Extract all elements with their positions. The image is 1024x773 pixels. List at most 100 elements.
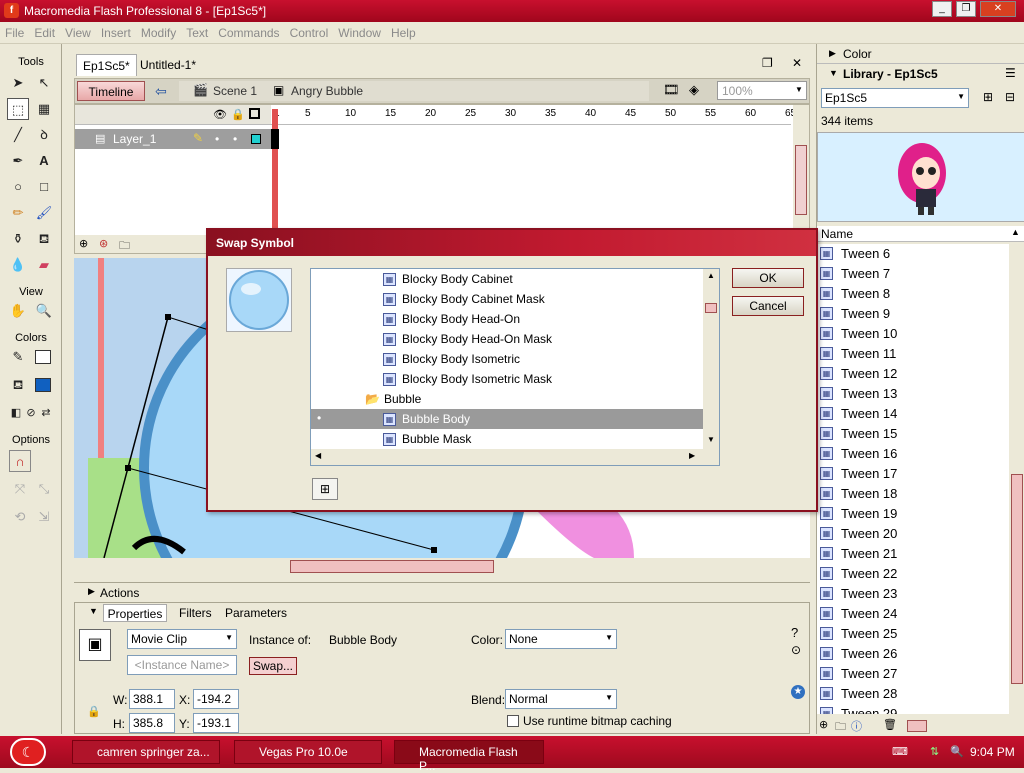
taskbar-item-flash[interactable]: Macromedia Flash P... [394,740,544,773]
library-document-select[interactable]: Ep1Sc5 [821,88,969,108]
library-item[interactable]: ▦ Tween 12 [817,364,1007,384]
add-layer-icon[interactable]: ⊕ [79,237,88,250]
add-folder-icon[interactable]: 🗀 [119,237,130,256]
text-tool-icon[interactable]: A [33,150,55,172]
restore-doc-icon[interactable]: ❐ [762,56,773,70]
tab-properties[interactable]: Properties [103,604,167,622]
menu-text[interactable]: Text [181,22,213,40]
stage-hscroll-thumb[interactable] [290,560,494,573]
tree-vscroll-thumb[interactable] [705,303,717,313]
eraser-tool-icon[interactable]: ▰ [33,254,55,276]
tree-scroll-down-icon[interactable]: ▼ [707,435,715,444]
library-item[interactable]: ▦ Tween 29 [817,704,1007,714]
library-item[interactable]: ▦ Tween 18 [817,484,1007,504]
menu-file[interactable]: File [0,22,29,40]
library-item[interactable]: ▦ Tween 20 [817,524,1007,544]
free-transform-tool-icon[interactable]: ⬚ [7,98,29,120]
tree-symbol-item[interactable]: ▦ Blocky Body Cabinet Mask [311,289,703,309]
edit-scene-icon[interactable]: 🎞 [663,82,680,98]
collapse-arrow-icon[interactable]: ▼ [89,606,98,616]
arrow-tool-icon[interactable]: ➤ [7,72,29,94]
tree-scroll-left-icon[interactable]: ◀ [315,451,321,460]
library-item[interactable]: ▦ Tween 27 [817,664,1007,684]
menu-help[interactable]: Help [386,22,421,40]
delete-icon[interactable]: 🗑 [883,718,897,731]
ok-button[interactable]: OK [732,268,804,288]
menu-control[interactable]: Control [285,22,334,40]
tab-untitled-1[interactable]: Untitled-1* [134,54,202,76]
height-input[interactable]: 385.8 [129,713,175,733]
tree-symbol-item[interactable]: ▦ Blocky Body Isometric Mask [311,369,703,389]
tree-symbol-item[interactable]: ▦ Bubble Mask [311,429,703,449]
library-options-icon[interactable]: ☰ [1005,66,1016,80]
back-arrow-icon[interactable]: ⇦ [155,83,167,100]
menu-window[interactable]: Window [333,22,386,40]
add-guide-icon[interactable]: ⊛ [99,237,108,250]
maximize-button[interactable]: ❐ [956,1,976,17]
line-tool-icon[interactable]: ╱ [7,124,29,146]
swap-colors-icon[interactable]: ⇄ [35,402,57,424]
library-item[interactable]: ▦ Tween 21 [817,544,1007,564]
smooth-icon[interactable]: ⤧ [9,478,31,500]
menu-view[interactable]: View [60,22,96,40]
library-item[interactable]: ▦ Tween 28 [817,684,1007,704]
zoom-select[interactable]: 100% [717,81,807,100]
library-vscroll-thumb[interactable] [1011,474,1023,684]
oval-tool-icon[interactable]: ○ [7,176,29,198]
outline-icon[interactable] [249,108,260,119]
sort-arrow-icon[interactable]: ▲ [1011,227,1020,237]
rectangle-tool-icon[interactable]: □ [33,176,55,198]
library-item[interactable]: ▦ Tween 25 [817,624,1007,644]
color-effect-select[interactable]: None [505,629,617,649]
library-item[interactable]: ▦ Tween 15 [817,424,1007,444]
library-item[interactable]: ▦ Tween 10 [817,324,1007,344]
eyedropper-tool-icon[interactable]: 💧 [7,254,29,276]
library-item[interactable]: ▦ Tween 26 [817,644,1007,664]
menu-insert[interactable]: Insert [96,22,136,40]
frame-ruler[interactable]: 15101520253035404550556065 [271,105,796,125]
search-tray-icon[interactable]: 🔍 [950,745,964,758]
zoom-dropdown-icon[interactable]: ▼ [795,85,803,94]
timeline-toggle-button[interactable]: Timeline [77,81,145,101]
pin-library-icon[interactable]: ⊟ [1005,90,1015,104]
keyboard-tray-icon[interactable]: ⌨ [892,745,908,758]
library-item[interactable]: ▦ Tween 11 [817,344,1007,364]
layer-row[interactable]: ▤ Layer_1 ✎ • • [75,129,271,149]
keyframe[interactable] [271,129,279,149]
symbol-type-select[interactable]: Movie Clip [127,629,237,649]
pen-tool-icon[interactable]: ✒ [7,150,29,172]
tree-symbol-item[interactable]: ▦ Blocky Body Cabinet [311,269,703,289]
rotate-skew-icon[interactable]: ⟲ [9,506,31,528]
help-icon[interactable]: ? [791,625,798,640]
symbol-link[interactable]: Angry Bubble [291,84,363,98]
minimize-button[interactable]: _ [932,1,952,17]
menu-edit[interactable]: Edit [29,22,60,40]
new-symbol-icon[interactable]: ⊕ [819,718,828,731]
library-header[interactable]: ▼ Library - Ep1Sc5 ☰ [817,64,1024,84]
tab-ep1sc5[interactable]: Ep1Sc5* [76,54,137,76]
bitmap-caching-checkbox[interactable] [507,715,519,727]
snap-magnet-icon[interactable]: ∩ [9,450,31,472]
tree-symbol-item[interactable]: ▦ Blocky Body Isometric [311,349,703,369]
menu-modify[interactable]: Modify [136,22,181,40]
show-hide-icon[interactable]: 👁 [213,108,227,121]
tree-symbol-item[interactable]: ▦ Blocky Body Head-On Mask [311,329,703,349]
library-item[interactable]: ▦ Tween 22 [817,564,1007,584]
width-input[interactable]: 388.1 [129,689,175,709]
tab-filters[interactable]: Filters [179,606,212,620]
duplicate-symbol-icon[interactable]: ⊞ [312,478,338,500]
tree-symbol-item[interactable]: ▦ Bubble Body • [311,409,703,429]
scene-link[interactable]: Scene 1 [213,84,257,98]
lock-icon[interactable]: 🔒 [231,108,245,121]
tab-parameters[interactable]: Parameters [225,606,287,620]
paint-bucket-tool-icon[interactable]: ⛾ [33,228,55,250]
actions-panel-header[interactable]: ▶ Actions [74,582,810,602]
library-item[interactable]: ▦ Tween 8 [817,284,1007,304]
fill-color-swatch[interactable] [35,378,51,392]
stroke-color-swatch[interactable] [35,350,51,364]
tree-scroll-right-icon[interactable]: ▶ [689,451,695,460]
lasso-tool-icon[interactable]: ꝺ [33,124,55,146]
taskbar-item-vegas[interactable]: Vegas Pro 10.0e [234,740,382,764]
y-input[interactable]: -193.1 [193,713,239,733]
blend-select[interactable]: Normal [505,689,617,709]
